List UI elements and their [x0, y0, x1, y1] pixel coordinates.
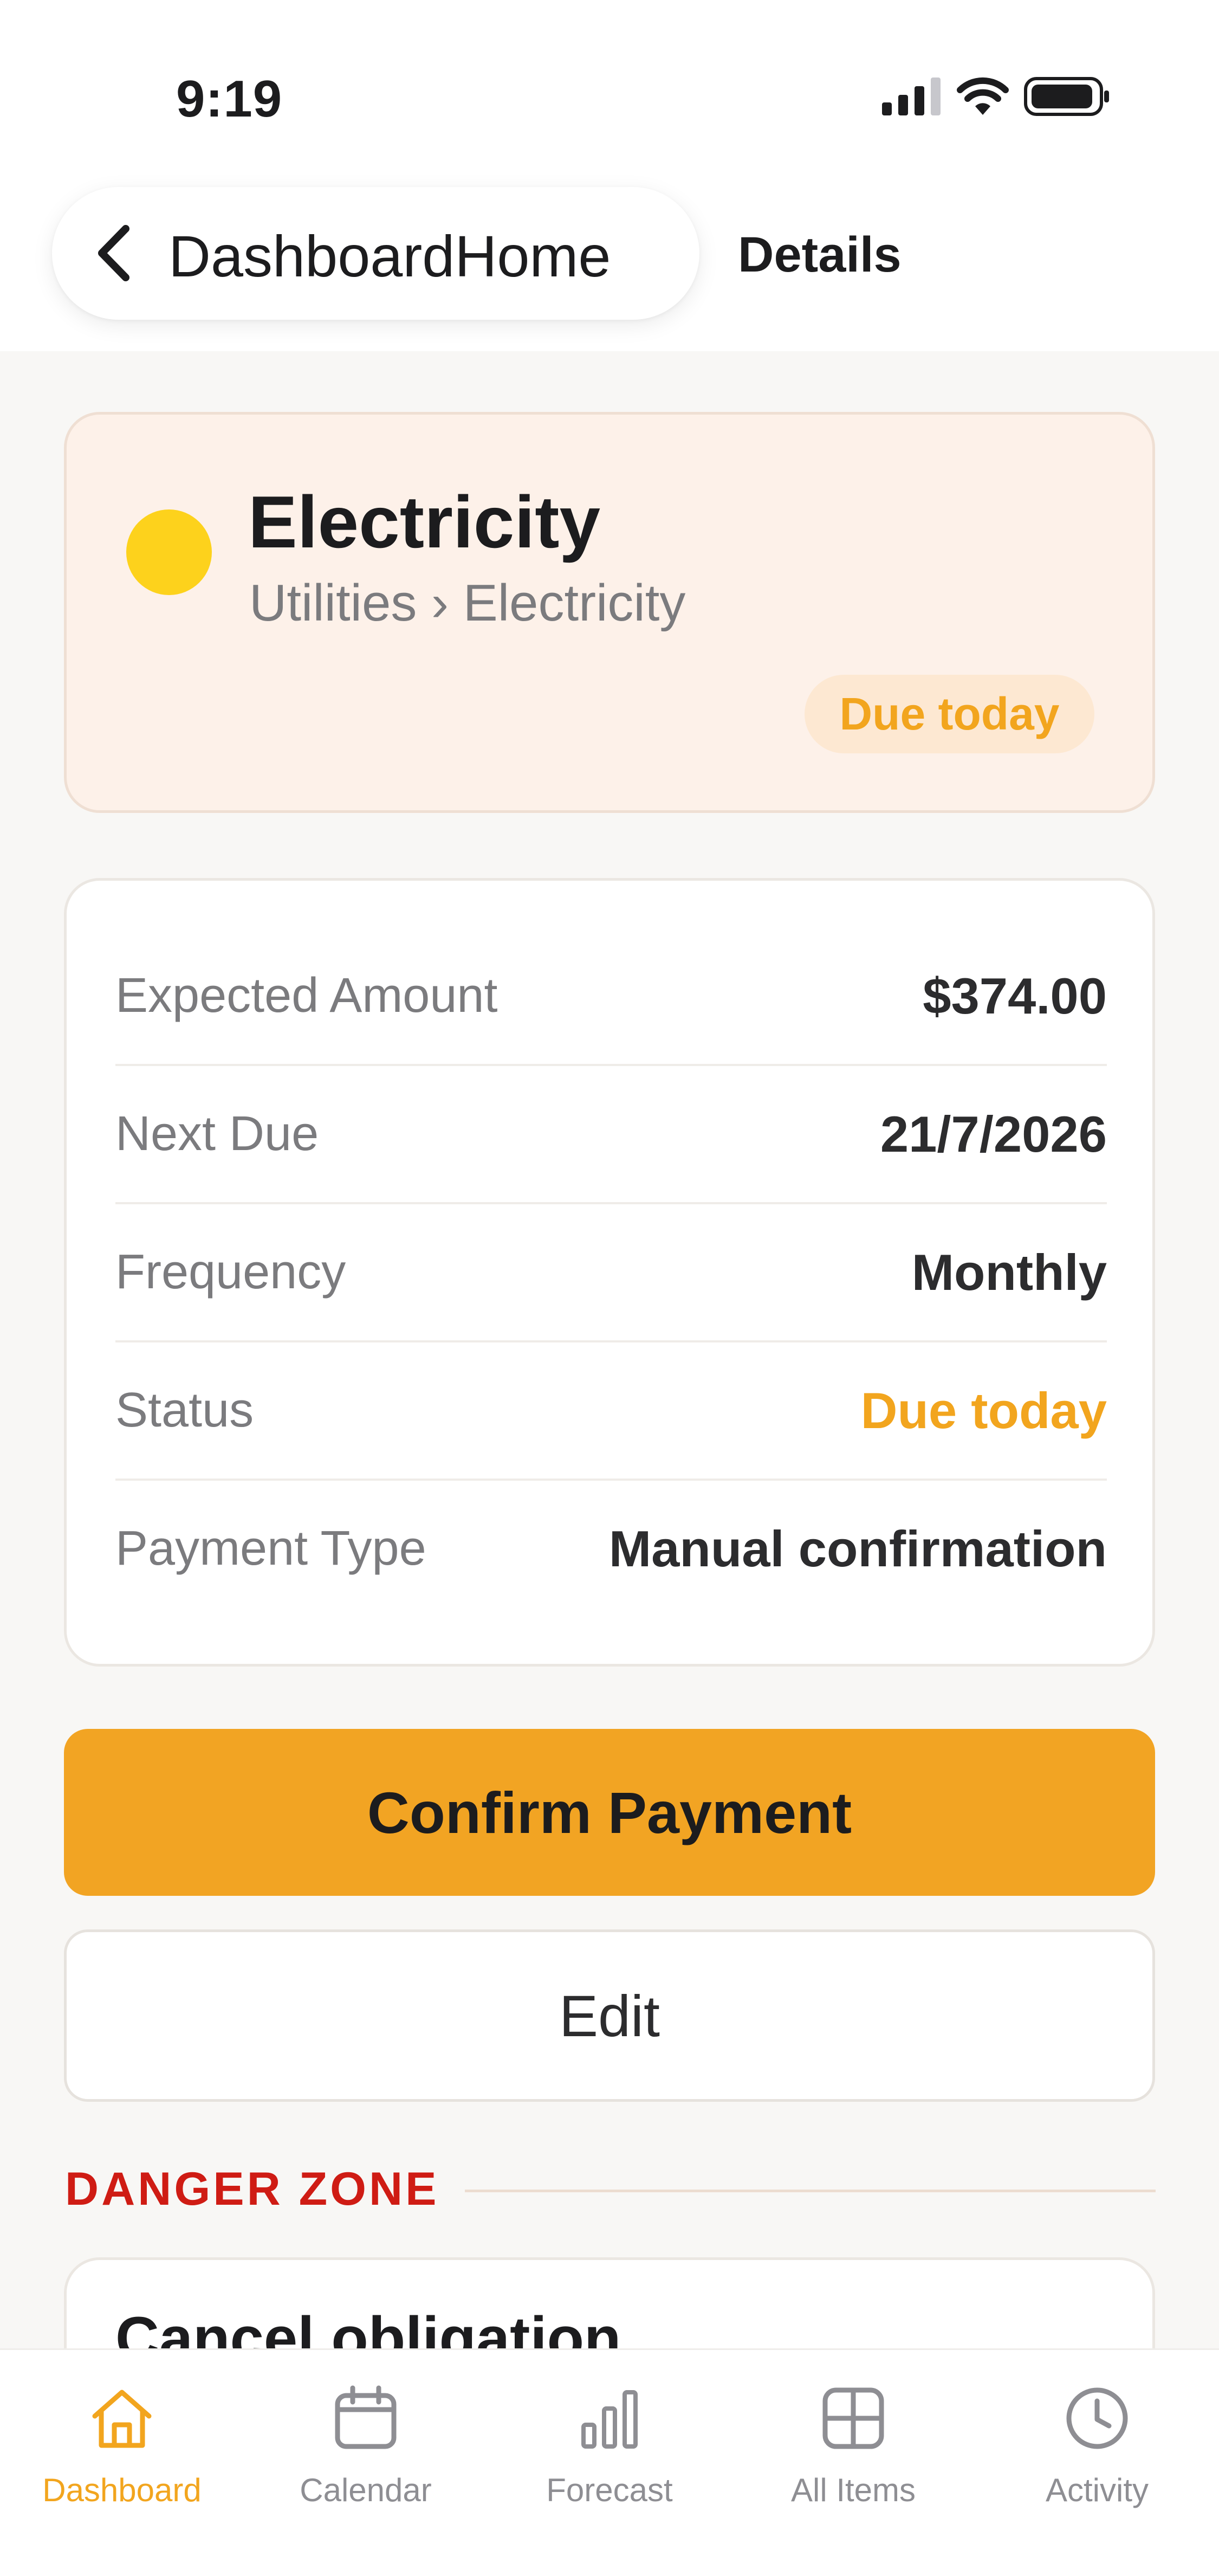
tab-label: Calendar — [300, 2472, 432, 2508]
danger-zone-heading: DANGER ZONE — [65, 2163, 439, 2215]
tab-label: Activity — [1045, 2472, 1149, 2508]
category-color-dot — [126, 509, 212, 595]
detail-value-status: Due today — [860, 1381, 1107, 1439]
detail-label: Next Due — [115, 1107, 319, 1161]
tab-all-items[interactable]: All Items — [731, 2385, 975, 2509]
detail-label: Payment Type — [115, 1521, 426, 1576]
detail-row-expected-amount: Expected Amount $374.00 — [115, 927, 1107, 1065]
category-breadcrumb: Utilities › Electricity — [249, 574, 686, 632]
calendar-icon — [335, 2385, 397, 2449]
detail-row-payment-type: Payment Type Manual confirmation — [115, 1480, 1107, 1618]
detail-label: Expected Amount — [115, 969, 498, 1023]
detail-label: Status — [115, 1383, 254, 1437]
back-button-label: DashboardHome — [168, 223, 611, 289]
edit-button[interactable]: Edit — [64, 1929, 1155, 2102]
tab-label: Dashboard — [42, 2472, 202, 2508]
confirm-payment-button[interactable]: Confirm Payment — [64, 1729, 1155, 1896]
tab-label: All Items — [790, 2472, 916, 2508]
detail-row-status: Status Due today — [115, 1341, 1107, 1480]
wifi-icon — [957, 77, 1009, 115]
tab-forecast[interactable]: Forecast — [488, 2385, 731, 2509]
tab-label: Forecast — [546, 2472, 673, 2508]
detail-value: 21/7/2026 — [880, 1105, 1107, 1163]
grid-icon — [822, 2387, 884, 2449]
battery-icon — [1024, 77, 1109, 116]
signal-icon — [882, 78, 941, 115]
status-badge: Due today — [805, 675, 1094, 753]
detail-label: Frequency — [115, 1245, 346, 1299]
detail-value: Monthly — [911, 1243, 1107, 1301]
status-bar: 9:19 — [0, 0, 1219, 179]
detail-row-frequency: Frequency Monthly — [115, 1203, 1107, 1341]
tab-dashboard[interactable]: Dashboard — [0, 2385, 244, 2509]
status-time: 9:19 — [176, 70, 283, 128]
tab-calendar[interactable]: Calendar — [244, 2385, 488, 2509]
chevron-left-icon — [98, 225, 129, 281]
danger-zone-divider — [465, 2190, 1156, 2192]
detail-value: $374.00 — [923, 967, 1107, 1024]
back-button[interactable]: DashboardHome — [52, 187, 699, 320]
clock-icon — [1066, 2387, 1128, 2449]
bar-chart-icon — [581, 2390, 638, 2449]
home-icon — [92, 2390, 152, 2448]
tab-activity[interactable]: Activity — [975, 2385, 1219, 2509]
obligation-title: Electricity — [248, 481, 601, 563]
detail-row-next-due: Next Due 21/7/2026 — [115, 1065, 1107, 1203]
status-icons — [882, 76, 1111, 117]
page-title: Details — [738, 227, 902, 282]
detail-value: Manual confirmation — [608, 1520, 1107, 1577]
